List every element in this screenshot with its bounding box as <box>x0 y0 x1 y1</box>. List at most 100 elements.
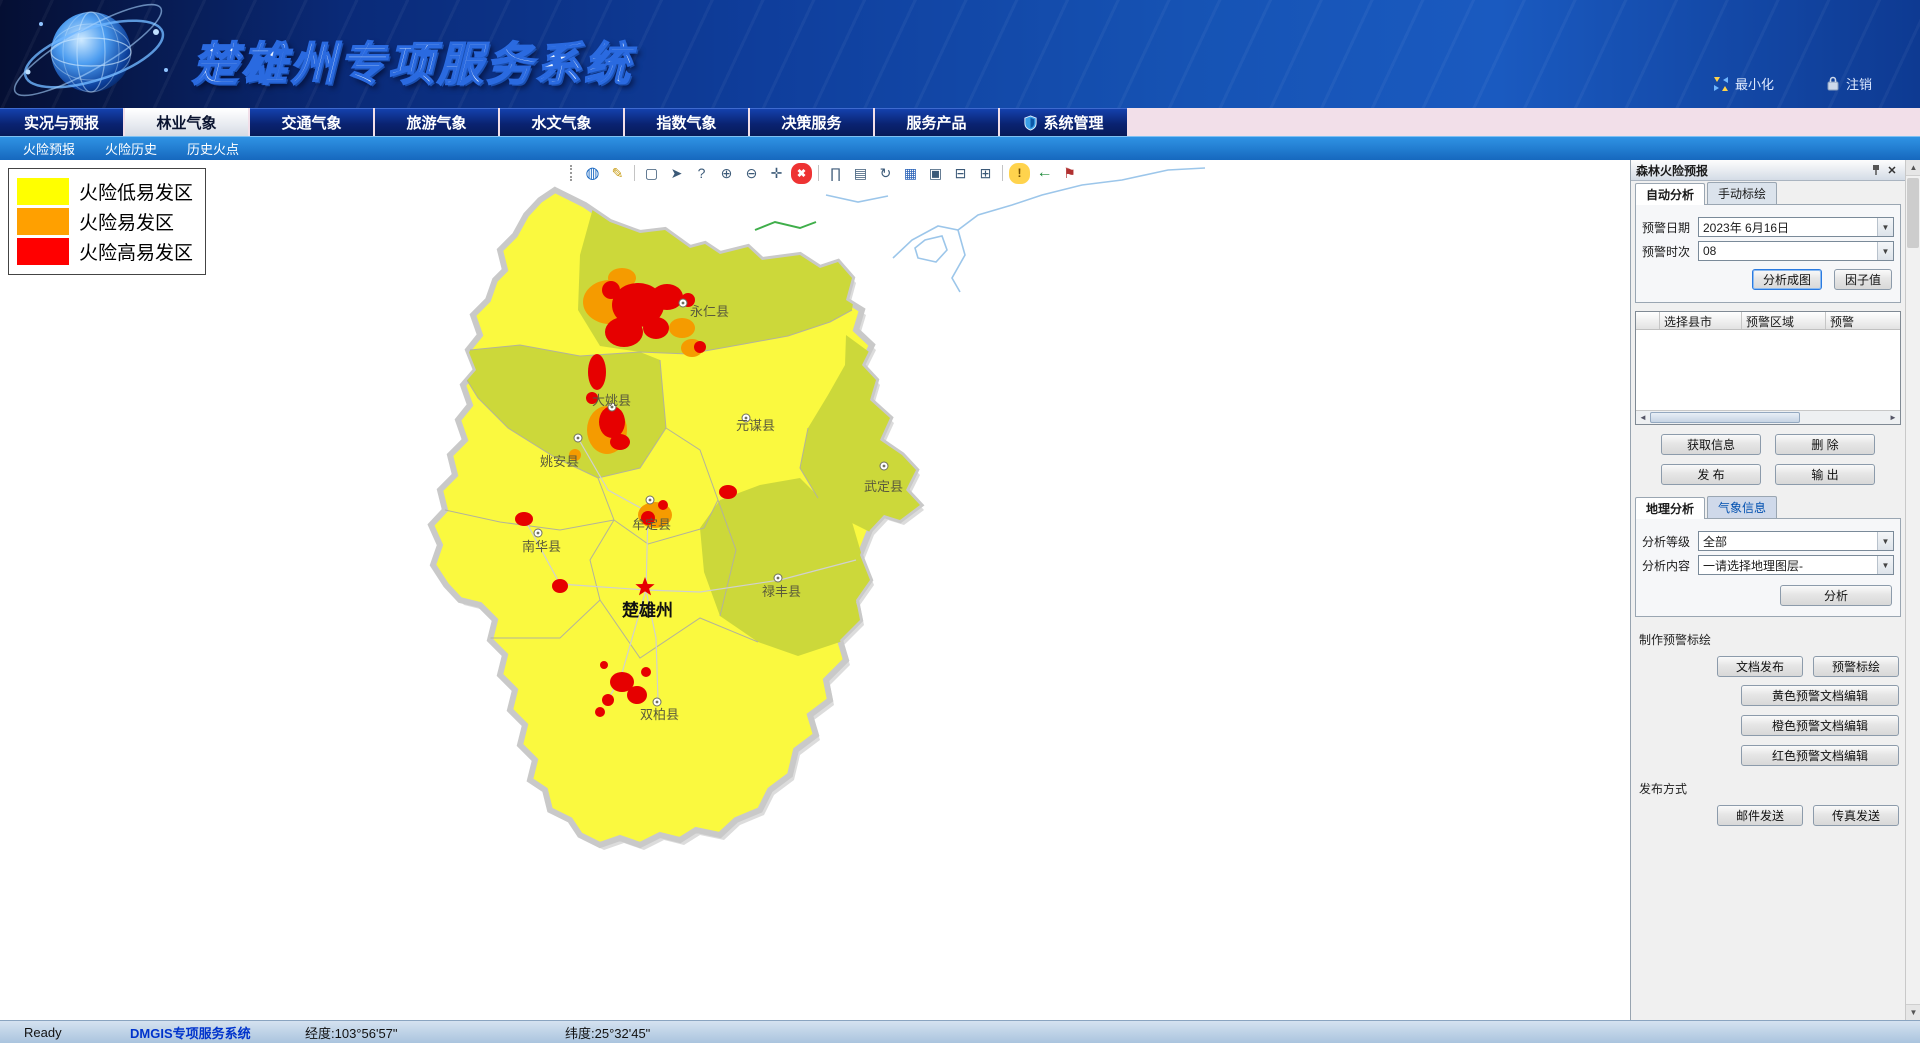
legend-label-low: 火险低易发区 <box>79 178 193 205</box>
zoom-out-icon[interactable]: ⊖ <box>741 163 762 184</box>
select-box-icon[interactable]: ▢ <box>641 163 662 184</box>
status-bar: Ready DMGIS专项服务系统 经度:103°56'57" 纬度:25°32… <box>0 1020 1920 1043</box>
factor-value-button[interactable]: 因子值 <box>1834 269 1892 290</box>
cancel-icon[interactable]: ✖ <box>791 163 812 184</box>
analysis-level-select[interactable]: 全部 ▼ <box>1698 531 1894 551</box>
edit-icon[interactable]: ✎ <box>607 163 628 184</box>
status-ready: Ready <box>0 1025 120 1040</box>
pan-icon[interactable]: ✛ <box>766 163 787 184</box>
scroll-right-icon[interactable]: ► <box>1886 411 1900 424</box>
globe-icon[interactable]: ◍ <box>582 163 603 184</box>
warning-list[interactable]: 选择县市 预警区域 预警 ◄ ► <box>1635 311 1901 425</box>
nav-tab-live-forecast[interactable]: 实况与预报 <box>0 108 123 136</box>
back-icon[interactable]: ← <box>1034 163 1055 184</box>
warning-plot-button[interactable]: 预警标绘 <box>1813 656 1899 677</box>
delete-button[interactable]: 删 除 <box>1775 434 1875 455</box>
submenu-bar: 火险预报 火险历史 历史火点 <box>0 136 1920 160</box>
fax-send-button[interactable]: 传真发送 <box>1813 805 1899 826</box>
district-label: 双柏县 <box>640 707 679 722</box>
identify-icon[interactable]: ? <box>691 163 712 184</box>
nav-tab-hydrology[interactable]: 水文气象 <box>500 108 623 136</box>
lock-icon <box>1826 76 1840 91</box>
scrollbar-thumb[interactable] <box>1650 412 1800 423</box>
legend-row-low: 火险低易发区 <box>17 178 197 205</box>
nav-tab-label: 决策服务 <box>781 112 841 133</box>
publish-button[interactable]: 发 布 <box>1661 464 1761 485</box>
warning-date-select[interactable]: 2023年 6月16日 ▼ <box>1698 217 1894 237</box>
shield-icon <box>1023 115 1038 131</box>
logout-button[interactable]: 注销 <box>1826 74 1872 93</box>
bulb-icon[interactable]: ! <box>1009 163 1030 184</box>
header-warning: 预警 <box>1826 312 1896 329</box>
nav-tab-products[interactable]: 服务产品 <box>875 108 998 136</box>
scrollbar-thumb[interactable] <box>1907 178 1919 248</box>
tab-weather-info[interactable]: 气象信息 <box>1707 496 1777 518</box>
close-icon[interactable]: ✕ <box>1884 162 1900 178</box>
legend-row-medium: 火险易发区 <box>17 208 197 235</box>
legend-swatch-medium <box>17 208 69 235</box>
analysis-content-select[interactable]: 一请选择地理图层- ▼ <box>1698 555 1894 575</box>
output-button[interactable]: 输 出 <box>1775 464 1875 485</box>
tab-manual-plot[interactable]: 手动标绘 <box>1707 182 1777 204</box>
submenu-fire-risk-history[interactable]: 火险历史 <box>90 139 172 158</box>
scroll-up-icon[interactable]: ▲ <box>1906 160 1920 176</box>
scroll-left-icon[interactable]: ◄ <box>1636 411 1650 424</box>
district-label: 姚安县 <box>540 454 579 469</box>
nav-tab-traffic[interactable]: 交通气象 <box>250 108 373 136</box>
pin-icon[interactable] <box>1868 162 1884 178</box>
nav-tab-index[interactable]: 指数气象 <box>625 108 748 136</box>
horizontal-scrollbar[interactable]: ◄ ► <box>1636 410 1900 424</box>
district-label: 禄丰县 <box>762 584 801 599</box>
get-info-button[interactable]: 获取信息 <box>1661 434 1761 455</box>
toolbar-drag-handle[interactable] <box>570 165 575 181</box>
nav-tab-tourism[interactable]: 旅游气象 <box>375 108 498 136</box>
vertical-scrollbar[interactable]: ▲ ▼ <box>1905 160 1920 1020</box>
nav-tab-label: 系统管理 <box>1043 112 1103 133</box>
panel-title: 森林火险预报 <box>1636 162 1708 179</box>
nav-tab-label: 指数气象 <box>656 112 716 133</box>
nav-tab-forestry[interactable]: 林业气象 <box>125 108 248 136</box>
email-send-button[interactable]: 邮件发送 <box>1717 805 1803 826</box>
scroll-down-icon[interactable]: ▼ <box>1906 1004 1920 1020</box>
map-area[interactable]: 永仁县 大姚县 元谋县 姚安县 武定县 牟定县 南华县 禄丰县 双柏县 楚雄州 <box>0 160 1630 1020</box>
district-label: 牟定县 <box>632 517 671 532</box>
profile-icon[interactable]: ∏ <box>825 163 846 184</box>
orange-warning-doc-button[interactable]: 橙色预警文档编辑 <box>1741 715 1899 736</box>
nav-tab-decision[interactable]: 决策服务 <box>750 108 873 136</box>
legend-label-high: 火险高易发区 <box>79 238 193 265</box>
zoom-in-icon[interactable]: ⊕ <box>716 163 737 184</box>
red-warning-doc-button[interactable]: 红色预警文档编辑 <box>1741 745 1899 766</box>
analysis-level-value: 全部 <box>1699 533 1877 550</box>
analyze-map-button[interactable]: 分析成图 <box>1752 269 1822 290</box>
capital-label: 楚雄州 <box>622 600 673 620</box>
tab-geo-analysis[interactable]: 地理分析 <box>1635 497 1705 519</box>
yellow-warning-doc-button[interactable]: 黄色预警文档编辑 <box>1741 685 1899 706</box>
layout-icon[interactable]: ⊞ <box>975 163 996 184</box>
chevron-down-icon: ▼ <box>1877 218 1893 236</box>
export-page-icon[interactable]: ▤ <box>850 163 871 184</box>
submenu-historical-fire-points[interactable]: 历史火点 <box>172 139 254 158</box>
refresh-icon[interactable]: ↻ <box>875 163 896 184</box>
flag-icon[interactable]: ⚑ <box>1059 163 1080 184</box>
warning-list-header: 选择县市 预警区域 预警 <box>1636 312 1900 330</box>
minimize-label: 最小化 <box>1735 74 1774 93</box>
chevron-down-icon: ▼ <box>1877 532 1893 550</box>
publish-section-label: 发布方式 <box>1639 780 1897 797</box>
fire-risk-map[interactable]: 永仁县 大姚县 元谋县 姚安县 武定县 牟定县 南华县 禄丰县 双柏县 楚雄州 <box>0 160 1630 1020</box>
submenu-fire-risk-forecast[interactable]: 火险预报 <box>8 139 90 158</box>
nav-tab-system[interactable]: 系统管理 <box>1000 108 1127 136</box>
auto-analysis-box: 预警日期 2023年 6月16日 ▼ 预警时次 08 ▼ 分析成图 因子值 <box>1635 204 1901 303</box>
pointer-icon[interactable]: ➤ <box>666 163 687 184</box>
warning-date-value: 2023年 6月16日 <box>1699 219 1877 236</box>
warning-time-select[interactable]: 08 ▼ <box>1698 241 1894 261</box>
tab-auto-analysis[interactable]: 自动分析 <box>1635 183 1705 205</box>
doc-publish-button[interactable]: 文档发布 <box>1717 656 1803 677</box>
forest-fire-panel: 森林火险预报 ✕ 自动分析 手动标绘 预警日期 2023年 6月16日 ▼ <box>1630 160 1905 1020</box>
chevron-down-icon: ▼ <box>1877 242 1893 260</box>
print-icon[interactable]: ⊟ <box>950 163 971 184</box>
image-icon[interactable]: ▣ <box>925 163 946 184</box>
chart-icon[interactable]: ▦ <box>900 163 921 184</box>
minimize-button[interactable]: 最小化 <box>1713 74 1774 93</box>
analyze-button[interactable]: 分析 <box>1780 585 1892 606</box>
nav-tab-label: 旅游气象 <box>406 112 466 133</box>
